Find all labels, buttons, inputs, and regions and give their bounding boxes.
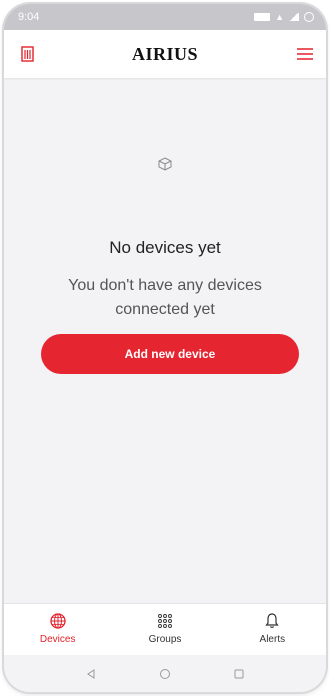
status-bar: 9:04 ▲: [4, 4, 326, 30]
empty-state-title: No devices yet: [109, 238, 221, 257]
box-icon: [157, 156, 173, 172]
devices-icon: [50, 613, 66, 629]
signal-icon: [289, 13, 299, 21]
status-time: 9:04: [18, 11, 40, 23]
app-bar: AIRIUS: [4, 30, 326, 78]
phone-screen: 9:04 ▲ AIRIUS No devices yet You don't h…: [4, 4, 326, 692]
status-icons: ▲: [254, 12, 314, 22]
bottom-nav: Devices Groups Alerts: [4, 603, 326, 656]
empty-state-description: You don't have any devices connected yet: [68, 277, 262, 318]
groups-grid-icon: [158, 614, 172, 628]
nav-devices[interactable]: Devices: [4, 604, 111, 656]
airius-logo: AIRIUS: [132, 44, 198, 65]
back-icon[interactable]: [85, 668, 97, 680]
building-icon[interactable]: [18, 44, 38, 64]
battery-icon: [254, 13, 271, 21]
ring-icon: [304, 12, 314, 22]
add-new-device-button[interactable]: Add new device: [41, 334, 299, 374]
logo-text: AIRIUS: [131, 43, 199, 64]
system-nav-bar: [4, 655, 326, 692]
recents-icon[interactable]: [233, 668, 245, 680]
nav-devices-label: Devices: [39, 634, 76, 645]
wifi-icon: ▲: [275, 11, 284, 22]
nav-alerts[interactable]: Alerts: [219, 604, 326, 656]
bell-icon: [265, 613, 280, 628]
nav-groups[interactable]: Groups: [111, 604, 218, 656]
menu-icon[interactable]: [294, 44, 316, 64]
nav-groups-label: Groups: [148, 634, 182, 645]
main-content: No devices yet You don't have any device…: [4, 78, 326, 603]
nav-alerts-label: Alerts: [259, 634, 286, 645]
home-icon[interactable]: [159, 668, 171, 680]
